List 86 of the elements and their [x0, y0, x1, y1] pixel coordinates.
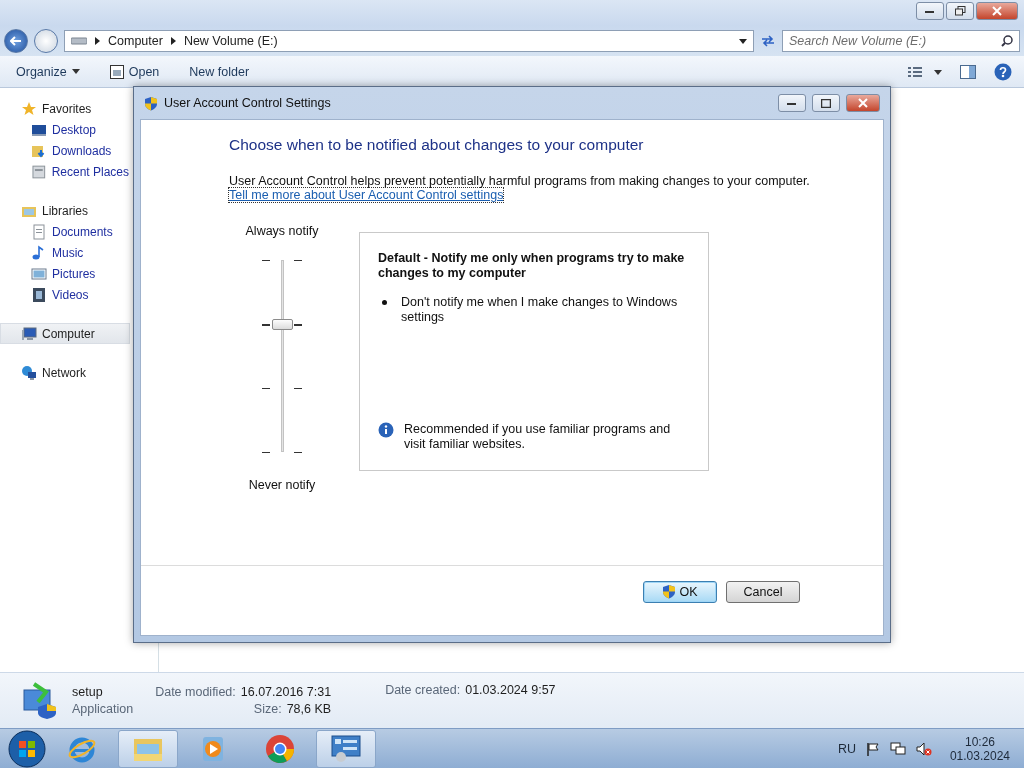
- nav-item[interactable]: Pictures: [0, 263, 130, 284]
- nav-item[interactable]: Videos: [0, 284, 130, 305]
- back-arrow-icon: [10, 36, 22, 46]
- refresh-icon[interactable]: [760, 34, 776, 48]
- setting-title: Default - Notify me only when programs try to make changes to my computer: [378, 251, 686, 281]
- slider-top-label: Always notify: [245, 224, 319, 238]
- language-indicator[interactable]: RU: [837, 741, 856, 756]
- breadcrumb-item[interactable]: New Volume (E:): [183, 34, 278, 48]
- setup-icon: [22, 681, 58, 720]
- chevron-icon: [170, 37, 176, 45]
- recent-icon: [31, 163, 47, 180]
- taskbar-button[interactable]: [316, 729, 376, 768]
- detail-label: Size:: [253, 702, 282, 716]
- control-panel-icon: [331, 734, 361, 763]
- network-icon[interactable]: [889, 741, 906, 756]
- minimize-button[interactable]: [778, 94, 806, 112]
- slider-thumb[interactable]: [272, 318, 293, 330]
- help-icon[interactable]: [994, 62, 1012, 81]
- bullet-icon: [382, 300, 387, 305]
- forward-button[interactable]: [34, 29, 58, 53]
- network-icon: [21, 364, 37, 381]
- view-options-icon[interactable]: [908, 65, 942, 78]
- recommendation-text: Recommended if you use familiar programs and visit familiar websites.: [404, 422, 672, 452]
- breadcrumb-item[interactable]: Computer: [108, 34, 163, 48]
- close-button[interactable]: [976, 2, 1018, 20]
- dropdown-icon: [739, 38, 747, 44]
- nav-item[interactable]: Recent Places: [0, 161, 130, 182]
- nav-item[interactable]: Libraries: [0, 200, 130, 221]
- slider-bottom-label: Never notify: [248, 478, 316, 492]
- bullet-text: Don't notify me when I make changes to Windows settings: [401, 295, 679, 325]
- preview-pane-icon[interactable]: [960, 64, 976, 79]
- address-bar[interactable]: Computer New Volume (E:): [64, 30, 754, 52]
- notify-slider[interactable]: [262, 260, 302, 452]
- restore-icon: [954, 6, 966, 16]
- nav-item[interactable]: Downloads: [0, 140, 130, 161]
- ok-button[interactable]: OK: [643, 580, 717, 603]
- file-type: Application: [72, 702, 134, 716]
- chrome-icon: [265, 733, 295, 764]
- file-name: setup: [72, 685, 104, 699]
- window-title: User Account Control Settings: [164, 96, 331, 110]
- minimize-button[interactable]: [916, 2, 944, 20]
- start-button[interactable]: [8, 729, 46, 768]
- documents-icon: [31, 223, 47, 240]
- caret-icon: [71, 69, 80, 74]
- muted-speaker-icon[interactable]: [915, 741, 932, 756]
- nav-item[interactable]: Documents: [0, 221, 130, 242]
- close-icon: [858, 98, 868, 108]
- toolbar-button[interactable]: Open: [103, 60, 166, 83]
- pictures-icon: [31, 265, 47, 282]
- restore-button[interactable]: [946, 2, 974, 20]
- cancel-button[interactable]: Cancel: [726, 580, 800, 603]
- chevron-icon: [95, 37, 100, 45]
- detail-value: 16.07.2016 7:31: [240, 685, 332, 699]
- back-button[interactable]: [4, 29, 28, 53]
- search-field[interactable]: Search New Volume (E:): [782, 30, 1020, 52]
- minimize-icon: [787, 101, 797, 105]
- help-link[interactable]: Tell me more about User Account Control settings: [229, 188, 504, 202]
- drive-icon: [71, 37, 87, 45]
- star-icon: [21, 100, 37, 117]
- shield-icon: [662, 584, 677, 599]
- window-icon: [109, 64, 124, 79]
- close-icon: [992, 6, 1002, 16]
- organize-menu[interactable]: Organize: [10, 60, 86, 83]
- detail-value: 78,6 KB: [286, 702, 332, 716]
- shield-icon: [144, 95, 158, 111]
- nav-item[interactable]: Network: [0, 362, 130, 383]
- videos-icon: [31, 286, 47, 303]
- maximize-icon: [821, 98, 831, 108]
- description-text: User Account Control helps prevent potentially harmful programs from making changes to your computer.: [229, 174, 811, 188]
- detail-value: 01.03.2024 9:57: [465, 683, 556, 697]
- nav-item[interactable]: Computer: [0, 323, 130, 344]
- nav-item[interactable]: Favorites: [0, 98, 130, 119]
- nav-item[interactable]: Desktop: [0, 119, 130, 140]
- dialog-heading: Choose when to be notified about changes to your computer: [229, 136, 645, 154]
- flag-icon[interactable]: [865, 741, 880, 756]
- detail-label: Date modified:: [155, 685, 236, 699]
- minimize-icon: [925, 9, 935, 13]
- clock[interactable]: 10:26 01.03.2024: [941, 734, 1018, 763]
- info-icon: [378, 422, 394, 438]
- detail-label: Date created:: [385, 683, 461, 697]
- toolbar-button[interactable]: New folder: [183, 60, 256, 83]
- computer-icon: [21, 325, 37, 342]
- search-icon: [1001, 35, 1013, 47]
- nav-item[interactable]: Music: [0, 242, 130, 263]
- maximize-button[interactable]: [812, 94, 840, 112]
- close-button[interactable]: [846, 94, 880, 112]
